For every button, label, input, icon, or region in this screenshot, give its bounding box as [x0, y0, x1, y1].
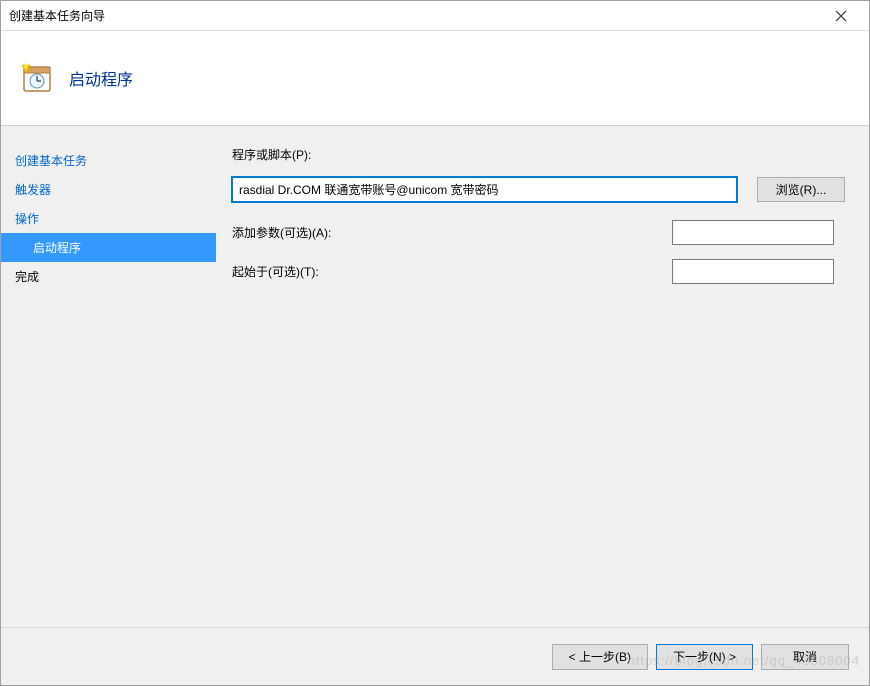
dialog-window: 创建基本任务向导 启动程序 创建基本任务 触发器 操作 启动程序 完成 — [0, 0, 870, 686]
close-icon — [835, 10, 847, 22]
titlebar: 创建基本任务向导 — [1, 1, 869, 31]
wizard-sidebar: 创建基本任务 触发器 操作 启动程序 完成 — [1, 126, 216, 627]
add-arguments-input[interactable] — [672, 220, 834, 245]
start-in-label: 起始于(可选)(T): — [232, 263, 672, 280]
browse-button[interactable]: 浏览(R)... — [757, 177, 845, 202]
sidebar-item-start-program[interactable]: 启动程序 — [1, 233, 216, 262]
cancel-button[interactable]: 取消 — [761, 644, 849, 670]
wizard-header-title: 启动程序 — [69, 66, 133, 90]
window-title: 创建基本任务向导 — [9, 7, 821, 24]
wizard-footer: < 上一步(B) 下一步(N) > 取消 — [1, 627, 869, 685]
sidebar-item-trigger[interactable]: 触发器 — [1, 175, 216, 204]
start-in-input[interactable] — [672, 259, 834, 284]
close-button[interactable] — [821, 2, 861, 30]
wizard-body: 创建基本任务 触发器 操作 启动程序 完成 程序或脚本(P): 浏览(R)...… — [1, 126, 869, 627]
program-script-label: 程序或脚本(P): — [232, 146, 311, 163]
sidebar-item-action[interactable]: 操作 — [1, 204, 216, 233]
calendar-clock-icon — [21, 62, 53, 94]
next-button[interactable]: 下一步(N) > — [656, 644, 753, 670]
wizard-header-icon — [21, 62, 53, 94]
back-button[interactable]: < 上一步(B) — [552, 644, 648, 670]
wizard-main-panel: 程序或脚本(P): 浏览(R)... 添加参数(可选)(A): 起始于(可选)(… — [216, 126, 869, 627]
program-script-input[interactable] — [232, 177, 737, 202]
add-arguments-label: 添加参数(可选)(A): — [232, 224, 672, 241]
sidebar-item-create-task[interactable]: 创建基本任务 — [1, 146, 216, 175]
wizard-header: 启动程序 — [1, 31, 869, 126]
sidebar-item-finish[interactable]: 完成 — [1, 262, 216, 291]
